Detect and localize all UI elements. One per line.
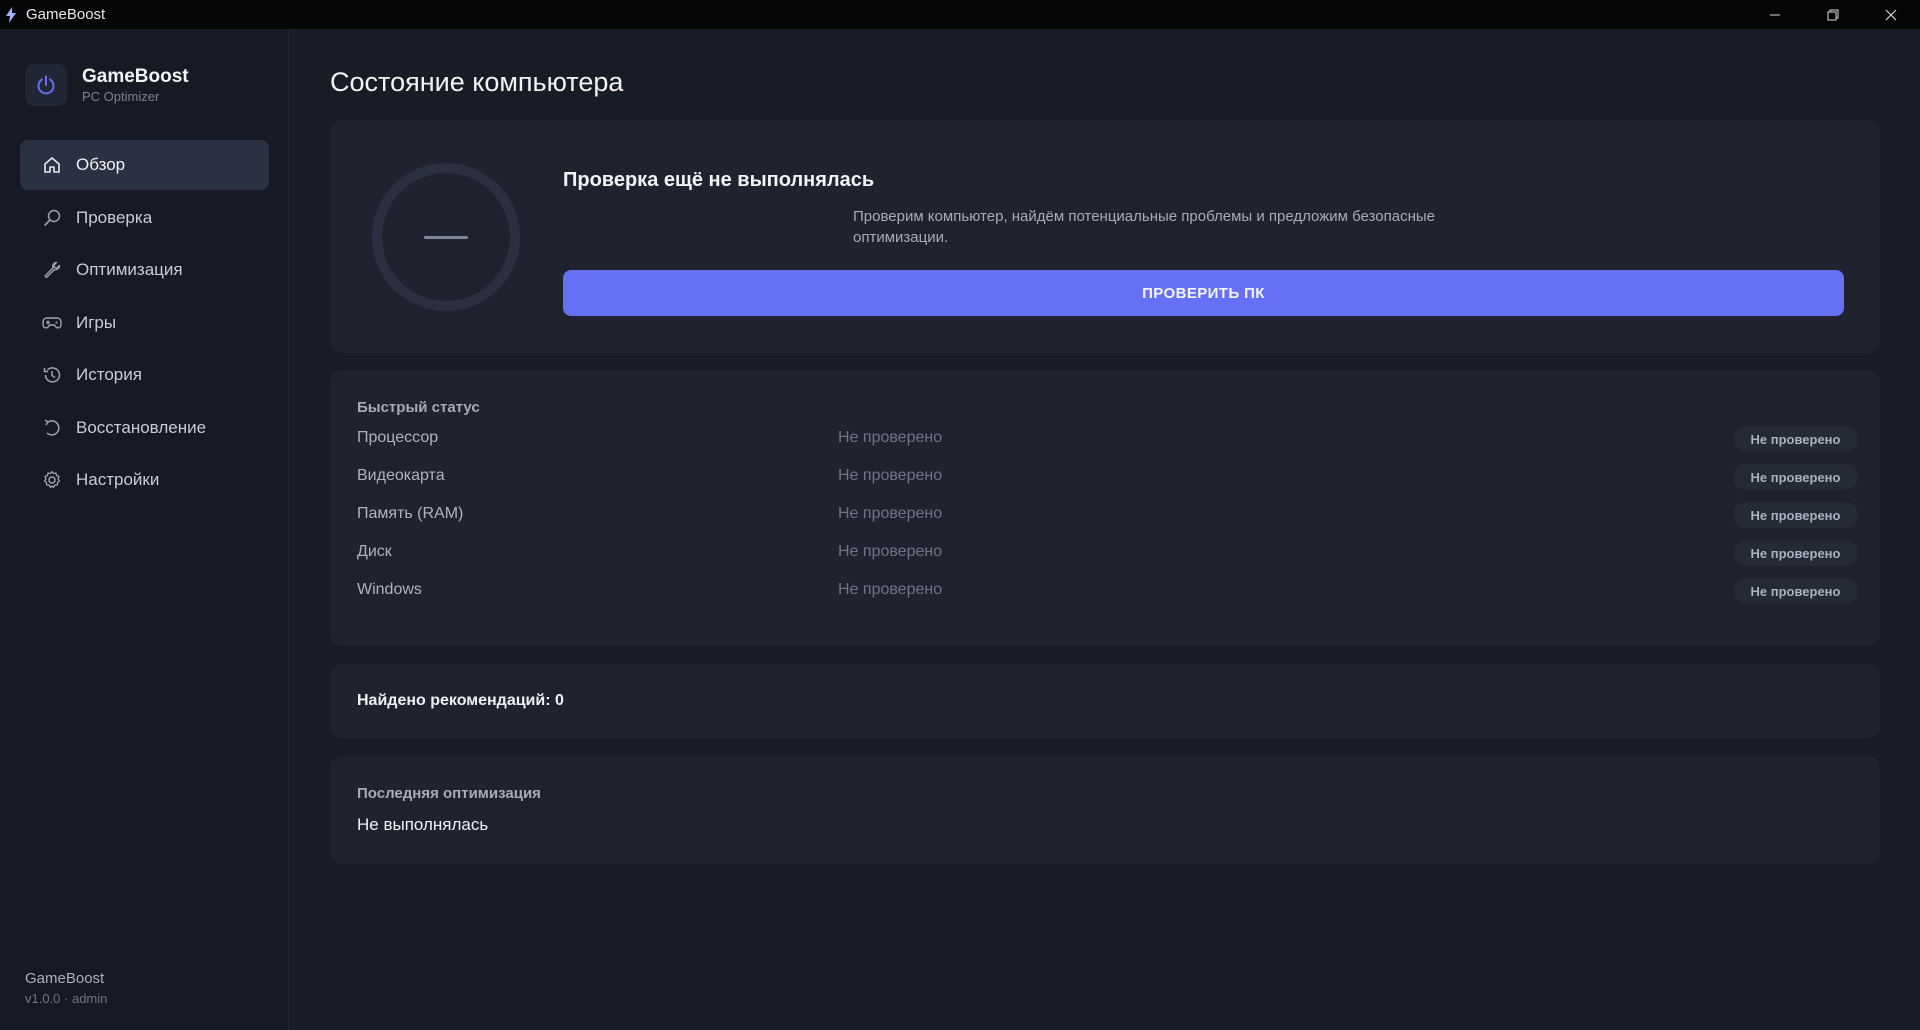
sidebar-item-label: Обзор [76,155,126,174]
minimize-button[interactable] [1746,0,1804,29]
last-optimization-title: Последняя оптимизация [357,785,541,802]
sidebar-item-settings[interactable]: Настройки [20,455,269,505]
gear-icon [41,469,63,491]
title-bar: GameBoost [0,0,1920,29]
sidebar-item-label: Оптимизация [76,260,183,279]
status-value: Не проверено [838,543,943,560]
status-value: Не проверено [838,429,943,446]
status-badge: Не проверено [1733,502,1858,528]
scan-description: Проверим компьютер, найдём потенциальные… [853,208,1435,246]
status-row-ram: Память (RAM) Не проверено Не проверено [330,500,1880,530]
scan-pc-button[interactable]: ПРОВЕРИТЬ ПК [563,270,1844,316]
gamepad-icon [41,312,63,334]
status-value: Не проверено [838,581,943,598]
history-icon [41,364,63,386]
status-value: Не проверено [838,467,943,484]
sidebar-item-label: Настройки [76,470,160,489]
last-optimization-card: Последняя оптимизация Не выполнялась [330,756,1880,864]
status-badge: Не проверено [1733,540,1858,566]
close-button[interactable] [1862,0,1920,29]
status-badge: Не проверено [1733,464,1858,490]
status-row-cpu: Процессор Не проверено Не проверено [330,424,1880,454]
status-name: Память (RAM) [357,505,464,522]
minimize-icon [1770,14,1780,15]
sidebar-item-label: История [76,365,142,384]
score-ring [372,163,520,311]
recommendations-card: Найдено рекомендаций: 0 [330,664,1880,738]
page-title: Состояние компьютера [330,67,624,97]
status-value: Не проверено [838,505,943,522]
sidebar-nav: Обзор Проверка Оптимизация Игры История [20,140,269,508]
sidebar-item-label: Проверка [76,207,153,227]
status-row-windows: Windows Не проверено Не проверено [330,576,1880,606]
brand: GameBoost PC Optimizer [25,64,189,106]
restore-button[interactable] [1804,0,1862,29]
sidebar-footer: GameBoost v1.0.0 · admin [25,969,107,1009]
footer-app-name: GameBoost [25,970,105,987]
sidebar-item-scan[interactable]: Проверка [20,193,269,243]
quick-status-title: Быстрый статус [357,399,480,416]
quick-status-card: Быстрый статус Процессор Не проверено Не… [330,370,1880,646]
sidebar-item-restore[interactable]: Восстановление [20,403,269,453]
status-row-disk: Диск Не проверено Не проверено [330,538,1880,568]
status-name: Процессор [357,429,439,446]
restore-icon [41,417,63,439]
status-name: Видеокарта [357,467,445,484]
sidebar-item-games[interactable]: Игры [20,298,269,348]
sidebar-item-history[interactable]: История [20,350,269,400]
sidebar-item-label: Восстановление [76,417,207,437]
power-icon [25,64,67,106]
scan-status-title: Проверка ещё не выполнялась [563,169,875,191]
brand-name: GameBoost [82,65,189,87]
status-row-gpu: Видеокарта Не проверено Не проверено [330,462,1880,492]
window-title: GameBoost [26,6,106,23]
close-icon [1885,9,1897,20]
status-badge: Не проверено [1733,426,1858,452]
sidebar-item-overview[interactable]: Обзор [20,140,269,190]
score-placeholder-dash [424,235,468,239]
restore-window-icon [1827,9,1839,20]
status-name: Windows [357,581,422,598]
window-controls [1746,0,1920,29]
status-badge: Не проверено [1733,578,1858,604]
scan-card: Проверка ещё не выполнялась Проверим ком… [330,120,1880,353]
home-icon [41,154,63,176]
wrench-icon [41,259,63,281]
sidebar: GameBoost PC Optimizer Обзор Проверка Оп… [0,29,289,1030]
status-name: Диск [357,543,392,560]
sidebar-item-label: Игры [76,312,117,332]
last-optimization-value: Не выполнялась [357,815,489,834]
search-icon [41,207,63,229]
footer-version: v1.0.0 · admin [25,991,108,1006]
recommendations-count: Найдено рекомендаций: 0 [357,692,564,709]
brand-subtitle: PC Optimizer [82,88,160,104]
sidebar-item-optimization[interactable]: Оптимизация [20,245,269,295]
lightning-icon [5,6,19,23]
